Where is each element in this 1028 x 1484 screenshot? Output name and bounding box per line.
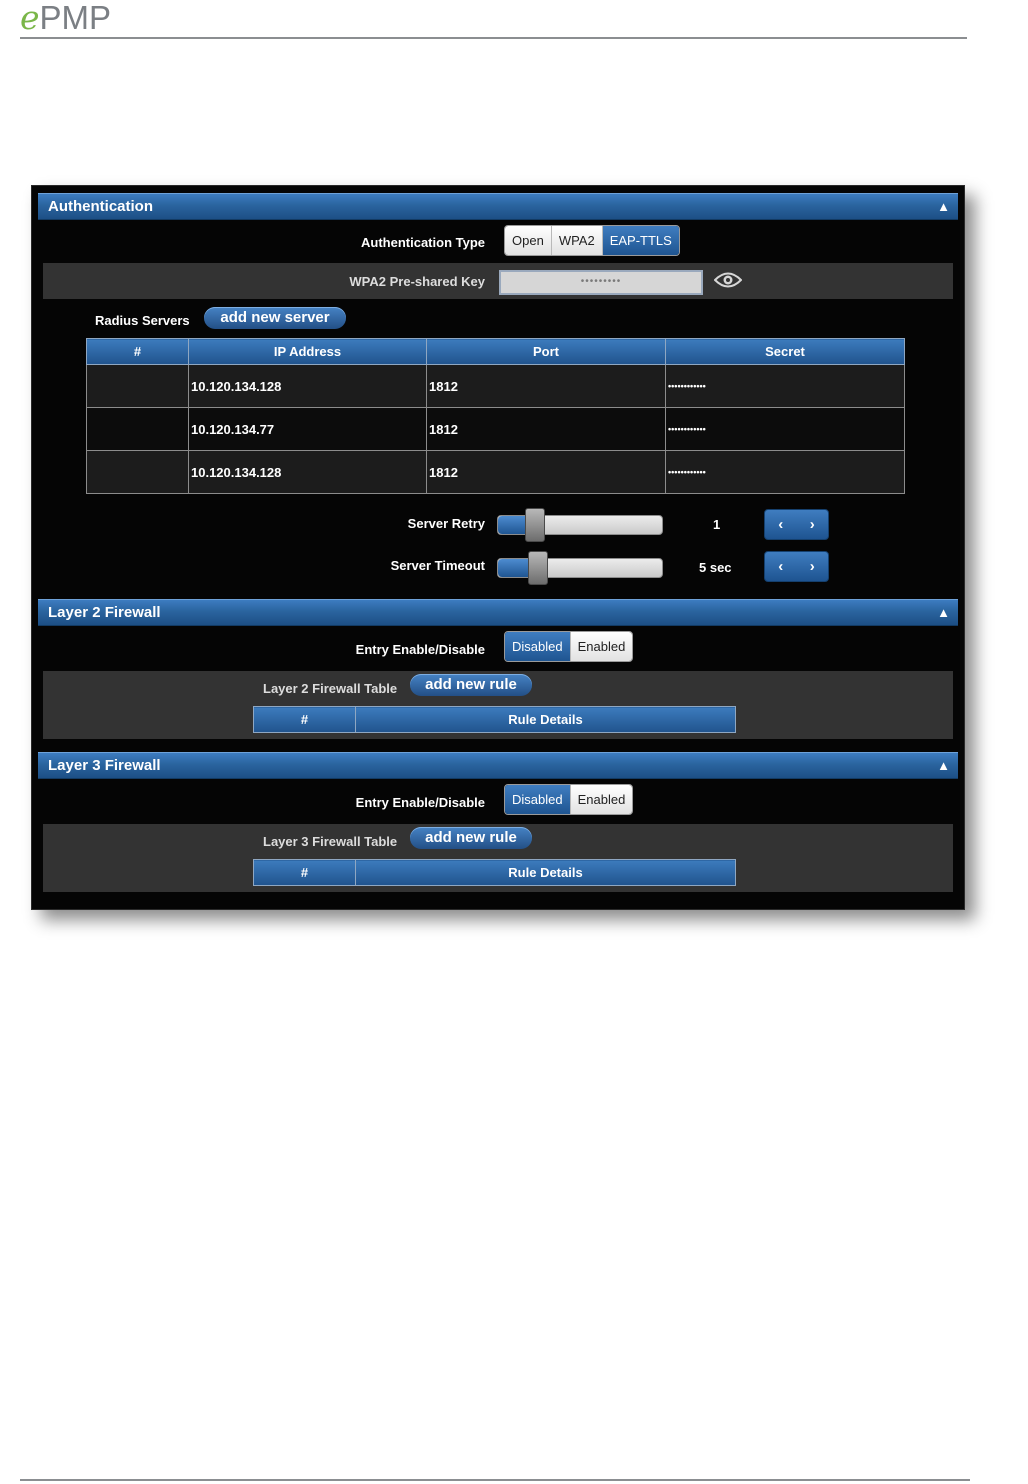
epmp-logo: e PMP TM (20, 0, 124, 34)
row-secret: •••••••••••• (665, 364, 905, 408)
row-port: 1812 (426, 407, 666, 451)
collapse-chevron-icon[interactable]: ▲ (937, 194, 950, 219)
auth-type-wpa2[interactable]: WPA2 (551, 226, 603, 255)
layer2-rules-table: # Rule Details (253, 706, 736, 733)
psk-input[interactable]: ••••••••• (499, 270, 703, 295)
server-timeout-label: Server Timeout (390, 558, 485, 573)
section-title: Layer 3 Firewall (48, 757, 161, 774)
auth-type-open[interactable]: Open (505, 226, 552, 255)
column-header-rule-details: Rule Details (355, 706, 736, 733)
server-timeout-stepper: ‹ › (764, 551, 829, 582)
layer3-table-label: Layer 3 Firewall Table (263, 834, 398, 849)
slider-handle[interactable] (528, 551, 548, 585)
row-ip-address: 10.120.134.77 (188, 407, 427, 451)
column-header-secret: Secret (665, 338, 905, 365)
column-header-rule-details: Rule Details (355, 859, 736, 886)
row-number (86, 407, 189, 451)
layer2-entry-label: Entry Enable/Disable (355, 642, 485, 657)
row-port: 1812 (426, 364, 666, 408)
auth-type-segmented-control: Open WPA2 EAP-TTLS (504, 225, 680, 256)
row-secret: •••••••••••• (665, 407, 905, 451)
server-retry-value: 1 (713, 517, 721, 532)
decrement-chevron-left-icon[interactable]: ‹ (765, 552, 797, 581)
layer2-table-label: Layer 2 Firewall Table (263, 681, 398, 696)
row-ip-address: 10.120.134.128 (188, 364, 427, 408)
server-retry-slider[interactable] (497, 508, 663, 542)
authentication-section-header[interactable]: Authentication ▲ (38, 193, 958, 220)
auth-type-eap-ttls[interactable]: EAP-TTLS (602, 226, 679, 255)
collapse-chevron-icon[interactable]: ▲ (937, 600, 950, 625)
table-header-row: # Rule Details (253, 706, 736, 733)
increment-chevron-right-icon[interactable]: › (797, 552, 829, 581)
logo-e: e (20, 0, 40, 37)
column-header-number: # (86, 338, 189, 365)
logo-pmp: PMP (39, 0, 112, 36)
server-retry-label: Server Retry (407, 516, 485, 531)
layer3-entry-toggle: Disabled Enabled (504, 784, 634, 815)
radius-servers-table: # IP Address Port Secret 10.120.134.128 … (86, 338, 905, 494)
server-timeout-value: 5 sec (699, 560, 732, 575)
column-header-ip-address: IP Address (188, 338, 427, 365)
layer3-entry-label: Entry Enable/Disable (355, 795, 485, 810)
server-retry-stepper: ‹ › (764, 509, 829, 540)
section-title: Authentication (48, 198, 153, 215)
column-header-number: # (253, 706, 356, 733)
layer3-rules-table: # Rule Details (253, 859, 736, 886)
layer3-firewall-section-header[interactable]: Layer 3 Firewall ▲ (38, 752, 958, 779)
section-title: Layer 2 Firewall (48, 604, 161, 621)
row-number (86, 450, 189, 494)
add-new-server-button[interactable]: add new server (204, 307, 346, 329)
row-secret: •••••••••••• (665, 450, 905, 494)
server-timeout-slider[interactable] (497, 551, 663, 585)
row-number (86, 364, 189, 408)
layer3-disabled-option[interactable]: Disabled (505, 785, 571, 814)
layer3-enabled-option[interactable]: Enabled (570, 785, 633, 814)
collapse-chevron-icon[interactable]: ▲ (937, 753, 950, 778)
layer2-disabled-option[interactable]: Disabled (505, 632, 571, 661)
auth-type-label: Authentication Type (361, 235, 485, 250)
layer2-firewall-section-header[interactable]: Layer 2 Firewall ▲ (38, 599, 958, 626)
row-port: 1812 (426, 450, 666, 494)
table-row[interactable]: 10.120.134.128 1812 •••••••••••• (86, 450, 905, 494)
layer2-entry-toggle: Disabled Enabled (504, 631, 634, 662)
layer3-add-new-rule-button[interactable]: add new rule (410, 827, 532, 849)
table-row[interactable]: 10.120.134.77 1812 •••••••••••• (86, 407, 905, 451)
header-rule (20, 37, 967, 39)
slider-handle[interactable] (525, 508, 545, 542)
column-header-port: Port (426, 338, 666, 365)
radius-servers-label: Radius Servers (95, 313, 190, 328)
table-row[interactable]: 10.120.134.128 1812 •••••••••••• (86, 364, 905, 408)
row-ip-address: 10.120.134.128 (188, 450, 427, 494)
eye-icon[interactable] (714, 271, 742, 289)
table-header-row: # Rule Details (253, 859, 736, 886)
table-header-row: # IP Address Port Secret (86, 338, 905, 365)
decrement-chevron-left-icon[interactable]: ‹ (765, 510, 797, 539)
layer2-enabled-option[interactable]: Enabled (570, 632, 633, 661)
increment-chevron-right-icon[interactable]: › (797, 510, 829, 539)
column-header-number: # (253, 859, 356, 886)
security-config-panel: Authentication ▲ Authentication Type Ope… (31, 185, 965, 910)
psk-row (43, 263, 953, 299)
layer2-add-new-rule-button[interactable]: add new rule (410, 674, 532, 696)
footer-rule (20, 1479, 970, 1481)
psk-label: WPA2 Pre-shared Key (349, 274, 485, 289)
